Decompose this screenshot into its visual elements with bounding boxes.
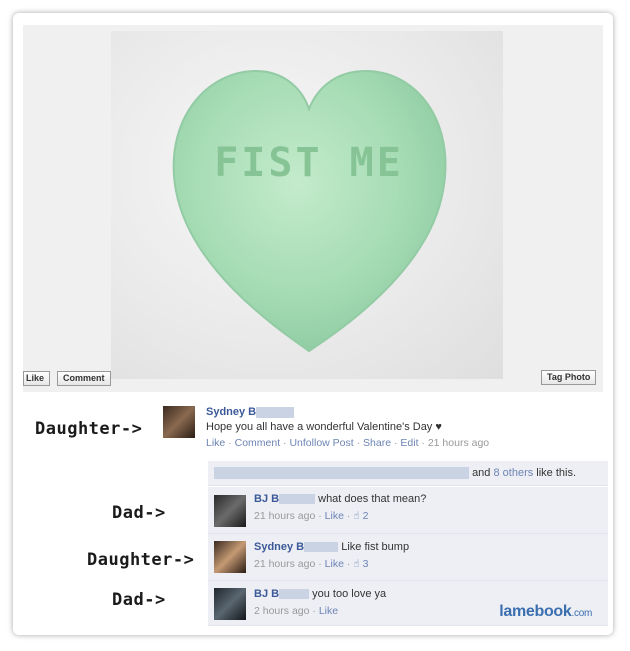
watermark-tld: .com [571,608,593,619]
likes-and: and [472,467,491,479]
unfollow-post-link[interactable]: Unfollow Post [289,437,353,449]
thumbs-up-icon: ☝ [353,510,360,522]
comment-like-link[interactable]: Like [325,510,344,522]
comment-time: 21 hours ago [254,558,316,570]
comment-button[interactable]: Comment [57,371,111,386]
comment-like-link[interactable]: Like [325,558,344,570]
redacted-likers [214,467,469,480]
comment-row: BJ B what does that mean? 21 hours ago ·… [208,487,608,534]
tag-photo-button[interactable]: Tag Photo [541,370,597,385]
post-card: FIST ME Like Comment Tag Photo Daughter-… [13,13,613,635]
callout-daughter-2: Daughter-> [87,550,195,570]
comment-row: Sydney B Like fist bump 21 hours ago · L… [208,534,608,581]
candy-text: FIST ME [214,140,404,186]
callout-dad-2: Dad-> [112,590,166,610]
comment-text: Like fist bump [341,541,410,553]
redacted-name [256,406,295,418]
post-text: Hope you all have a wonderful Valentine'… [206,421,442,433]
watermark-brand: lamebook [499,603,572,620]
lamebook-watermark: lamebook.com [499,603,592,621]
post-author[interactable]: Sydney B [206,406,256,418]
candy-heart-image: FIST ME [172,69,447,353]
edit-link[interactable]: Edit [400,437,418,449]
comment-text: you too love ya [312,588,387,600]
avatar[interactable] [214,495,246,527]
comment-text: what does that mean? [318,493,427,505]
comment-author[interactable]: BJ B [254,588,279,600]
candy-heart-photo: FIST ME [111,31,503,379]
avatar[interactable] [214,588,246,620]
comment-time: 2 hours ago [254,605,310,617]
post-time: 21 hours ago [427,437,490,449]
avatar[interactable] [214,541,246,573]
like-button[interactable]: Like [23,371,51,386]
callout-dad-1: Dad-> [112,503,166,523]
others-link[interactable]: 8 others [493,467,533,479]
comment-author[interactable]: BJ B [254,493,279,505]
photo-viewer: FIST ME Like Comment Tag Photo [23,25,603,392]
share-link[interactable]: Share [363,437,391,449]
comment-like-count[interactable]: 3 [363,558,369,570]
comment-time: 21 hours ago [254,510,316,522]
comment-row: BJ B you too love ya 2 hours ago · Like … [208,581,608,626]
post-like-link[interactable]: Like [206,437,225,449]
comment-like-link[interactable]: Like [319,605,338,617]
post-comment-link[interactable]: Comment [235,437,281,449]
avatar[interactable] [163,406,195,438]
redacted-name [304,542,339,553]
callout-daughter-1: Daughter-> [35,419,143,439]
comment-author[interactable]: Sydney B [254,541,304,553]
likes-row: and 8 others like this. [208,461,608,486]
redacted-name [279,494,316,505]
likes-tail: like this. [536,467,577,479]
redacted-name [279,589,310,600]
comment-like-count[interactable]: 2 [363,510,369,522]
post-actions: Like · Comment · Unfollow Post · Share ·… [206,437,490,449]
thumbs-up-icon: ☝ [353,558,360,570]
